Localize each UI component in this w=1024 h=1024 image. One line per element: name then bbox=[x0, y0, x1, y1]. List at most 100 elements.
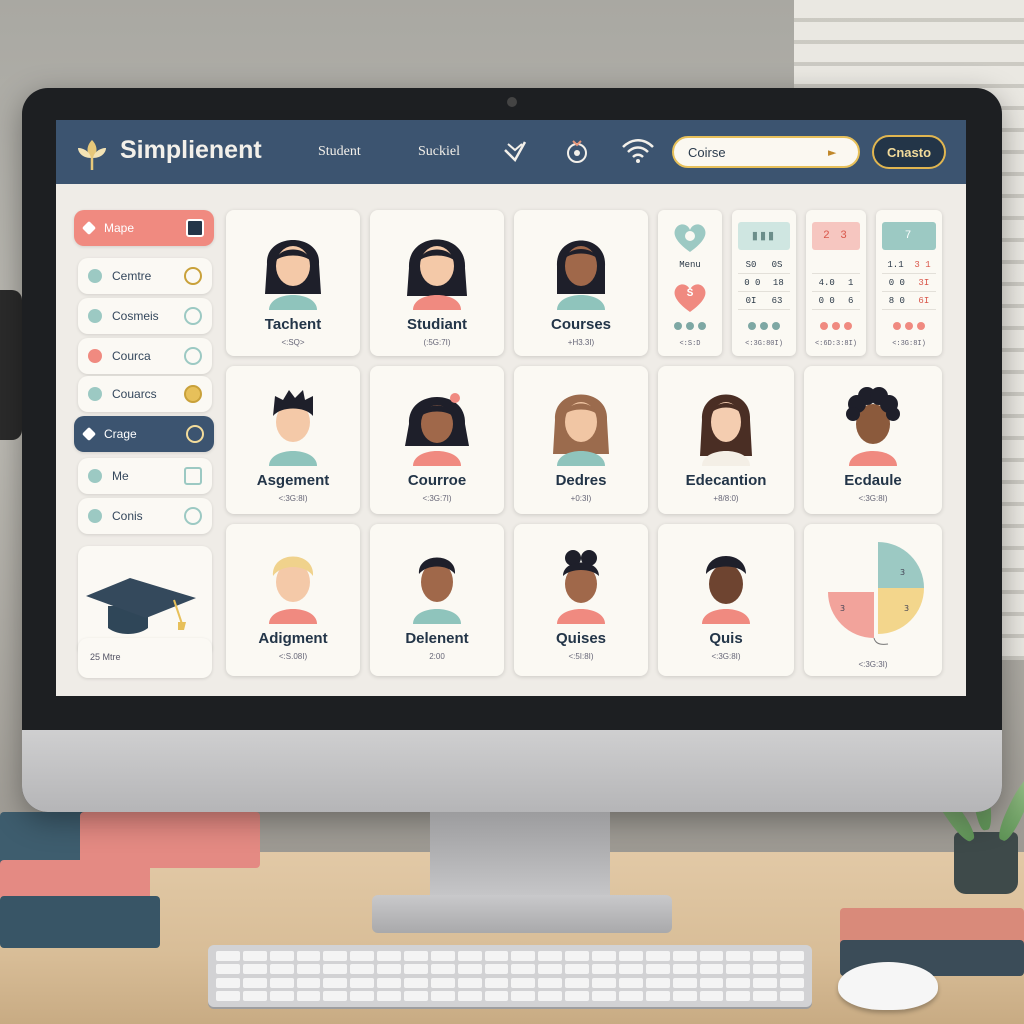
keyboard-key bbox=[404, 964, 428, 975]
ring-icon bbox=[184, 507, 202, 525]
card-subtitle: 2:00 bbox=[429, 652, 445, 661]
circle-icon bbox=[88, 269, 102, 283]
profile-card[interactable]: Quises <:5I:8I) bbox=[514, 524, 648, 676]
stats-widget[interactable]: ▮▮▮ S0 0S 0 0 18 0I 63 <:3G:80I) bbox=[732, 210, 796, 356]
stats-widget[interactable]: 7 1.1 3 1 0 0 3I 8 0 6I <:3G:8I) bbox=[876, 210, 942, 356]
card-title: Studiant bbox=[407, 316, 467, 333]
keyboard-key bbox=[484, 990, 509, 1001]
sidebar-item-couarcs[interactable]: Couarcs bbox=[78, 376, 212, 412]
pie-chart-card[interactable]: 3 3 3 <:3G:3I) bbox=[804, 524, 942, 676]
keyboard-key bbox=[377, 951, 402, 961]
sidebar-item-me[interactable]: Me bbox=[78, 458, 212, 494]
monitor-chin bbox=[22, 730, 1002, 812]
student-avatar-icon bbox=[269, 556, 317, 624]
keyboard-key bbox=[484, 951, 509, 961]
profile-card[interactable]: Dedres +0:3I) bbox=[514, 366, 648, 514]
pie-label: 3 bbox=[840, 604, 846, 613]
keyboard-key bbox=[216, 990, 240, 1001]
menu-widget[interactable]: Menu S <:S:D bbox=[658, 210, 722, 356]
profile-card[interactable]: Quis <:3G:8I) bbox=[658, 524, 794, 676]
keyboard-key bbox=[377, 990, 402, 1001]
sidebar-item-label: Me bbox=[112, 469, 129, 483]
card-icon bbox=[186, 219, 204, 237]
search-arrow-icon[interactable]: ► bbox=[828, 146, 836, 159]
keyboard-key bbox=[699, 951, 724, 961]
student-avatar-icon bbox=[556, 240, 606, 310]
keyboard-key bbox=[726, 964, 751, 975]
student-avatar-icon bbox=[269, 390, 317, 466]
profile-card[interactable]: Courses +H3.3I) bbox=[514, 210, 648, 356]
card-subtitle: +H3.3I) bbox=[567, 338, 595, 347]
sidebar-item-conis[interactable]: Conis bbox=[78, 498, 212, 534]
dots-indicator bbox=[658, 322, 722, 330]
sidebar-item-mape[interactable]: Mape bbox=[74, 210, 214, 246]
keyboard-key bbox=[780, 977, 804, 988]
pie-slice bbox=[878, 588, 924, 634]
keyboard-key bbox=[216, 951, 240, 961]
card-subtitle: +0:3I) bbox=[570, 494, 592, 503]
profile-card[interactable]: Delenent 2:00 bbox=[370, 524, 504, 676]
keyboard-key bbox=[269, 990, 294, 1001]
keyboard-key bbox=[296, 977, 321, 988]
sidebar-item-cemtre[interactable]: Cemtre bbox=[78, 258, 212, 294]
profile-card[interactable]: Edecantion +8/8:0) bbox=[658, 366, 794, 514]
keyboard-key bbox=[323, 951, 348, 961]
nav-suckiel[interactable]: Suckiel bbox=[418, 144, 460, 160]
profile-card[interactable]: Studiant (:5G:7I) bbox=[370, 210, 504, 356]
card-title: Courroe bbox=[407, 472, 467, 489]
sidebar-item-crage[interactable]: Crage bbox=[74, 416, 214, 452]
gear-badge-icon[interactable] bbox=[562, 136, 592, 166]
keyboard-key bbox=[242, 951, 267, 961]
keyboard-key bbox=[699, 964, 724, 975]
book bbox=[80, 812, 260, 868]
keyboard-key bbox=[350, 977, 375, 988]
profile-card[interactable]: Ecdaule <:3G:8I) bbox=[804, 366, 942, 514]
menu-label: Menu bbox=[679, 260, 701, 270]
wifi-icon[interactable] bbox=[620, 136, 656, 166]
keyboard-key bbox=[484, 964, 509, 975]
keyboard-key bbox=[511, 977, 536, 988]
keyboard-key bbox=[538, 951, 563, 961]
profile-card[interactable]: Asgement <:3G:8I) bbox=[226, 366, 360, 514]
keyboard-key bbox=[457, 951, 482, 961]
keyboard-key bbox=[404, 951, 428, 961]
stats-footer: <:3G:80I) bbox=[745, 340, 783, 348]
sidebar-item-cosmeis[interactable]: Cosmeis bbox=[78, 298, 212, 334]
nav-student[interactable]: Student bbox=[318, 144, 361, 160]
top-action-button[interactable]: Cnasto bbox=[872, 135, 946, 169]
search-input[interactable] bbox=[688, 144, 828, 160]
keyboard-key bbox=[269, 964, 294, 975]
keyboard-key bbox=[511, 964, 536, 975]
profile-card[interactable]: Adigment <:S.08I) bbox=[226, 524, 360, 676]
keyboard-key bbox=[592, 951, 616, 961]
search-bar[interactable]: ► bbox=[672, 136, 860, 168]
top-navbar: Simplienent Student Suckiel ► Cnasto bbox=[56, 120, 966, 184]
profile-card[interactable]: Courroe <:3G:7I) bbox=[370, 366, 504, 514]
stats-row: 0 06 bbox=[812, 292, 860, 310]
student-avatar-icon bbox=[700, 394, 752, 466]
keyboard-key bbox=[753, 964, 778, 975]
card-title: Adigment bbox=[258, 630, 328, 647]
profile-card[interactable]: Tachent <:SQ> bbox=[226, 210, 360, 356]
pie-slice bbox=[828, 592, 874, 638]
sidebar-item-label: Mape bbox=[104, 221, 135, 235]
keyboard-key bbox=[511, 951, 536, 961]
sidebar-item-label: Couarcs bbox=[112, 387, 157, 401]
card-title: Edecantion bbox=[685, 472, 767, 489]
keyboard-key bbox=[296, 964, 321, 975]
circle-icon bbox=[88, 469, 102, 483]
keyboard-key bbox=[726, 990, 751, 1001]
circle-icon bbox=[88, 509, 102, 523]
stats-widget[interactable]: 2 3 4.0 1 0 06 <:6D:3:8I) bbox=[806, 210, 866, 356]
sidebar-footer: 25 Mtre bbox=[78, 638, 212, 678]
stats-header: ▮▮▮ bbox=[738, 222, 790, 250]
card-title: Courses bbox=[550, 316, 612, 333]
ring-icon bbox=[184, 347, 202, 365]
sidebar-item-courca[interactable]: Courca bbox=[78, 338, 212, 374]
keyboard-key bbox=[511, 990, 536, 1001]
pie-chart bbox=[828, 542, 924, 645]
keyboard-key bbox=[672, 990, 697, 1001]
check-shield-icon[interactable] bbox=[500, 136, 530, 166]
sidebar-item-label: Cemtre bbox=[112, 269, 152, 283]
keyboard-key bbox=[457, 990, 482, 1001]
